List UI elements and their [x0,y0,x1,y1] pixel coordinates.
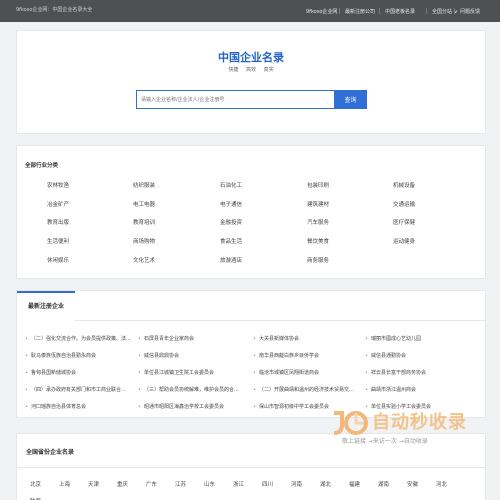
hero-tag: 真实 [263,67,274,73]
industry-item[interactable]: 旅游酒店 [220,256,242,264]
industry-item[interactable]: 餐饮美食 [307,237,329,245]
nav-branch-sites-label: 全国分站 [432,8,453,15]
province-link[interactable]: 河南 [291,480,302,488]
nav-divider [426,8,427,14]
province-link[interactable]: 重庆 [117,480,128,488]
industry-item[interactable]: 包装印刷 [307,181,329,189]
latest-companies-panel: 最新注册企业 （二）强化交流合作。为会员提供政策、法... 石屏县青年企业家商会大… [16,290,486,418]
industry-item[interactable]: 医疗保健 [393,218,415,226]
company-link[interactable]: 昭通市昭阳区海鑫治学校工会委员会 [138,403,246,410]
nav-boss-directory[interactable]: 中国老板名录 [385,0,415,22]
company-link[interactable]: 临沧市城镇区凤翔街道商会 [253,369,361,376]
nav-divider [379,8,380,14]
company-link[interactable]: 祥云县长富干部商务协会 [365,369,473,376]
industry-item[interactable]: 石油化工 [220,181,242,189]
search-input[interactable] [136,90,334,109]
industry-item[interactable]: 电工电器 [133,200,155,208]
search-panel: 中国企业名录 快捷 高效 真实 查询 [16,30,486,134]
tab-latest-companies[interactable]: 最新注册企业 [17,291,75,321]
company-link[interactable]: 石屏县青年企业家商会 [138,335,246,342]
latest-header: 最新注册企业 [17,291,485,321]
watermark-logo-icon [333,411,368,435]
industry-panel: 全部行业分类 农林牧渔 纺织服装 石油化工 包装印刷 机械设备冶金矿产 电工电器 电子通信 建… [16,145,486,279]
province-link[interactable]: 山东 [204,480,215,488]
company-link[interactable]: 单位县江城镇卫生院工会委员会 [138,369,246,376]
search-button[interactable]: 查询 [334,90,367,109]
industry-item[interactable]: 纺织服装 [133,181,155,189]
province-link[interactable]: 上海 [59,480,70,488]
province-title: 全国省份企业名录 [26,449,75,456]
divider [17,467,485,468]
province-link[interactable]: 河北 [436,480,447,488]
province-link[interactable]: 北京 [30,480,41,488]
hero-tag: 快捷 [228,67,239,73]
industry-item[interactable]: 商场购物 [133,237,155,245]
industry-item[interactable]: 冶金矿产 [47,200,69,208]
nav-divider [454,8,455,14]
province-link[interactable]: 四川 [262,480,273,488]
industry-item[interactable]: 汽车服务 [307,218,329,226]
nav-feedback[interactable]: 问题反馈 [460,0,480,22]
industry-item[interactable]: 文化艺术 [133,256,155,264]
company-link[interactable]: 耿马傣族佤族自治县勤永商会 [25,352,133,359]
brand-link[interactable]: 9fkoso企业网 [306,0,337,22]
industry-item[interactable]: 食品生活 [220,237,242,245]
industry-item[interactable]: 休闲娱乐 [47,256,69,264]
company-link[interactable]: 大关县新媒体协会 [253,335,361,342]
company-link[interactable]: 南华县西靛白族乡目侨学会 [253,352,361,359]
nav-divider [339,8,340,14]
industry-item[interactable]: 交通运输 [393,200,415,208]
industry-item[interactable]: 农林牧渔 [47,181,69,189]
company-link[interactable]: （四）承办政府有关部门和市工商业联合... [25,386,133,393]
company-link[interactable]: 威信县通勤协会 [365,352,473,359]
province-link[interactable]: 浙江 [233,480,244,488]
industry-item[interactable]: 教育出版 [47,218,69,226]
top-bar: 9fkoso企业网：中国企业名录大全 9fkoso企业网 最新注册公司 中国老板… [0,0,500,22]
hero-tags: 快捷 高效 真实 [17,66,485,73]
search-bar: 查询 [136,90,383,109]
industry-item[interactable]: 金融投资 [220,218,242,226]
company-link[interactable]: 河口瑶族自治县体育总会 [25,403,133,410]
site-name[interactable]: 9fkoso企业网：中国企业名录大全 [16,6,92,13]
province-link[interactable]: 广东 [146,480,157,488]
industry-item[interactable]: 生活便利 [47,237,69,245]
company-link[interactable]: （二）强化交流合作。为会员提供政策、法... [25,335,133,342]
province-link[interactable]: 福建 [349,480,360,488]
company-link[interactable]: （二）开展曲靖和温州的经济技术贸易交... [253,386,361,393]
watermark: 自动秒收录 敬上链接 →来访一次 →自动收录 [330,402,490,452]
industry-item[interactable]: 电子通信 [220,200,242,208]
company-link[interactable]: 曲靖市浙江温州商会 [365,386,473,393]
province-link[interactable]: 湖北 [320,480,331,488]
industry-item[interactable]: 教育培训 [133,218,155,226]
hero-tag: 高效 [245,67,256,73]
watermark-slogan: 敬上链接 →来访一次 →自动收录 [342,438,428,445]
company-link[interactable]: 鲁甸县国新储城协会 [25,369,133,376]
company-link[interactable]: （三）帮助会员协统解难，维护会员的合... [138,386,246,393]
industry-item[interactable]: 建筑建材 [307,200,329,208]
company-link[interactable]: 威信县鼎鼎协会 [138,352,246,359]
page-title: 中国企业名录 [218,51,284,64]
nav-latest-companies[interactable]: 最新注册公司 [345,0,375,22]
industry-item[interactable]: 机械设备 [393,181,415,189]
province-link[interactable]: 江苏 [175,480,186,488]
industry-title: 全部行业分类 [25,163,59,169]
watermark-name: 自动秒收录 [372,412,467,433]
company-link[interactable]: 瑞丽市國成心艺幼儿园 [365,335,473,342]
province-link[interactable]: 安徽 [407,480,418,488]
province-link[interactable]: 湖南 [378,480,389,488]
province-link[interactable]: 天津 [88,480,99,488]
industry-item[interactable]: 商务服务 [307,256,329,264]
industry-item[interactable]: 运动健身 [393,237,415,245]
